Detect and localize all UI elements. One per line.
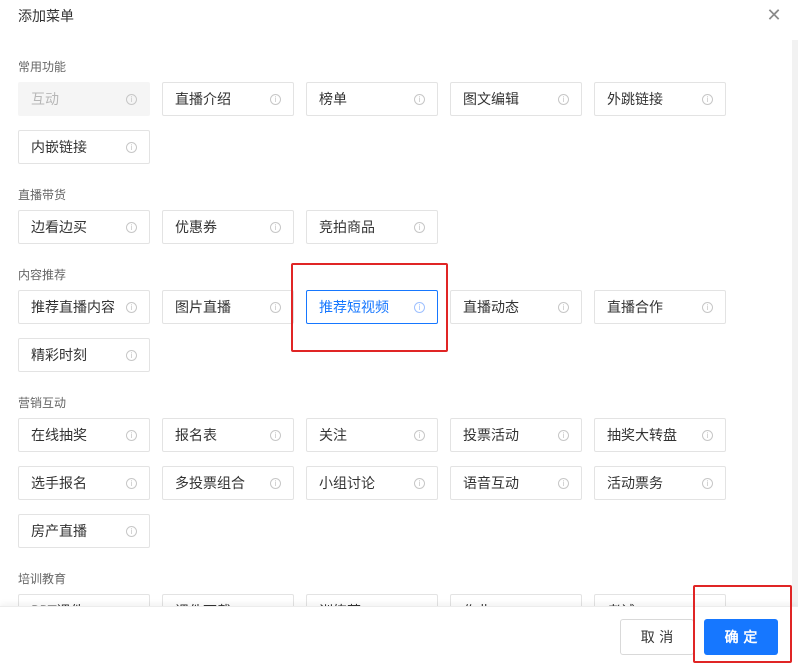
cancel-button[interactable]: 取 消 bbox=[620, 619, 694, 655]
menu-item[interactable]: 推荐直播内容 i bbox=[18, 290, 150, 324]
info-icon[interactable]: i bbox=[414, 94, 425, 105]
section-title: 常用功能 bbox=[18, 60, 67, 74]
menu-item-label: 直播动态 bbox=[463, 300, 519, 316]
info-icon[interactable]: i bbox=[558, 478, 569, 489]
menu-item-label: 语音互动 bbox=[463, 476, 519, 492]
info-icon[interactable]: i bbox=[126, 222, 137, 233]
section-title: 直播带货 bbox=[18, 188, 67, 202]
info-icon[interactable]: i bbox=[702, 302, 713, 313]
menu-item[interactable]: 图文编辑 i bbox=[450, 82, 582, 116]
menu-item-label: 图片直播 bbox=[175, 300, 231, 316]
info-icon[interactable]: i bbox=[558, 302, 569, 313]
menu-item[interactable]: 课件下载i bbox=[162, 594, 294, 606]
info-icon[interactable]: i bbox=[126, 94, 137, 105]
menu-item[interactable]: 选手报名 i bbox=[18, 466, 150, 500]
section-title: 培训教育 bbox=[18, 572, 67, 586]
section-title: 内容推荐 bbox=[18, 268, 67, 282]
info-icon[interactable]: i bbox=[414, 222, 425, 233]
menu-item[interactable]: 语音互动 i bbox=[450, 466, 582, 500]
info-icon[interactable]: i bbox=[126, 430, 137, 441]
menu-item[interactable]: 多投票组合 i bbox=[162, 466, 294, 500]
info-icon[interactable]: i bbox=[558, 94, 569, 105]
info-icon[interactable]: i bbox=[702, 430, 713, 441]
menu-item[interactable]: 优惠券 i bbox=[162, 210, 294, 244]
info-icon[interactable]: i bbox=[126, 142, 137, 153]
scrollbar[interactable] bbox=[792, 40, 798, 606]
menu-item-label: 直播合作 bbox=[607, 300, 663, 316]
info-icon[interactable]: i bbox=[414, 478, 425, 489]
menu-item-label: 多投票组合 bbox=[175, 476, 245, 492]
menu-item-label: 报名表 bbox=[175, 428, 217, 444]
menu-item-label: 关注 bbox=[319, 428, 347, 444]
menu-item-label: 选手报名 bbox=[31, 476, 87, 492]
menu-item[interactable]: PPT课件i bbox=[18, 594, 150, 606]
menu-item-label: 推荐直播内容 bbox=[31, 300, 115, 316]
info-icon[interactable]: i bbox=[702, 478, 713, 489]
menu-item[interactable]: 活动票务 i bbox=[594, 466, 726, 500]
info-icon[interactable]: i bbox=[270, 430, 281, 441]
info-icon[interactable]: i bbox=[702, 94, 713, 105]
menu-item-label: 内嵌链接 bbox=[31, 140, 87, 156]
menu-item[interactable]: 作业i bbox=[450, 594, 582, 606]
menu-item[interactable]: 投票活动 i bbox=[450, 418, 582, 452]
info-icon[interactable]: i bbox=[558, 430, 569, 441]
menu-item-label: 房产直播 bbox=[31, 524, 87, 540]
menu-item-label: 精彩时刻 bbox=[31, 348, 87, 364]
menu-item[interactable]: 图片直播 i bbox=[162, 290, 294, 324]
menu-item[interactable]: 榜单 i bbox=[306, 82, 438, 116]
menu-item[interactable]: 外跳链接 i bbox=[594, 82, 726, 116]
info-icon[interactable]: i bbox=[270, 94, 281, 105]
menu-item[interactable]: 房产直播 i bbox=[18, 514, 150, 548]
menu-item[interactable]: 直播介绍 i bbox=[162, 82, 294, 116]
menu-item-label: 互动 bbox=[31, 92, 59, 108]
menu-item[interactable]: 在线抽奖 i bbox=[18, 418, 150, 452]
menu-item-label: 在线抽奖 bbox=[31, 428, 87, 444]
close-icon[interactable]: ✕ bbox=[764, 6, 784, 26]
menu-item-label: 优惠券 bbox=[175, 220, 217, 236]
info-icon[interactable]: i bbox=[126, 478, 137, 489]
info-icon[interactable]: i bbox=[414, 430, 425, 441]
menu-item-label: 活动票务 bbox=[607, 476, 663, 492]
menu-item-label: 竞拍商品 bbox=[319, 220, 375, 236]
menu-item-label: 榜单 bbox=[319, 92, 347, 108]
menu-item[interactable]: 报名表 i bbox=[162, 418, 294, 452]
menu-item: 互动 i bbox=[18, 82, 150, 116]
menu-item[interactable]: 内嵌链接 i bbox=[18, 130, 150, 164]
dialog-header: 添加菜单 ✕ bbox=[0, 0, 798, 34]
menu-item-label: 小组讨论 bbox=[319, 476, 375, 492]
section-title: 营销互动 bbox=[18, 396, 67, 410]
menu-item[interactable]: 竞拍商品 i bbox=[306, 210, 438, 244]
info-icon[interactable]: i bbox=[126, 350, 137, 361]
info-icon[interactable]: i bbox=[270, 302, 281, 313]
menu-item[interactable]: 精彩时刻 i bbox=[18, 338, 150, 372]
menu-item[interactable]: 小组讨论 i bbox=[306, 466, 438, 500]
highlight-confirm-button bbox=[693, 585, 792, 663]
menu-item[interactable]: 关注 i bbox=[306, 418, 438, 452]
info-icon[interactable]: i bbox=[126, 526, 137, 537]
menu-item-label: 抽奖大转盘 bbox=[607, 428, 677, 444]
menu-item-label: 直播介绍 bbox=[175, 92, 231, 108]
menu-item[interactable]: 抽奖大转盘 i bbox=[594, 418, 726, 452]
menu-item-label: 图文编辑 bbox=[463, 92, 519, 108]
menu-item-label: 投票活动 bbox=[463, 428, 519, 444]
info-icon[interactable]: i bbox=[126, 302, 137, 313]
info-icon[interactable]: i bbox=[270, 222, 281, 233]
menu-item[interactable]: 直播合作 i bbox=[594, 290, 726, 324]
menu-item-label: 外跳链接 bbox=[607, 92, 663, 108]
menu-item-label: 边看边买 bbox=[31, 220, 87, 236]
dialog-title: 添加菜单 bbox=[18, 9, 74, 25]
menu-item[interactable]: 训练营i bbox=[306, 594, 438, 606]
info-icon[interactable]: i bbox=[270, 478, 281, 489]
highlight-selected-item bbox=[291, 263, 448, 352]
menu-item[interactable]: 直播动态 i bbox=[450, 290, 582, 324]
menu-item[interactable]: 边看边买 i bbox=[18, 210, 150, 244]
